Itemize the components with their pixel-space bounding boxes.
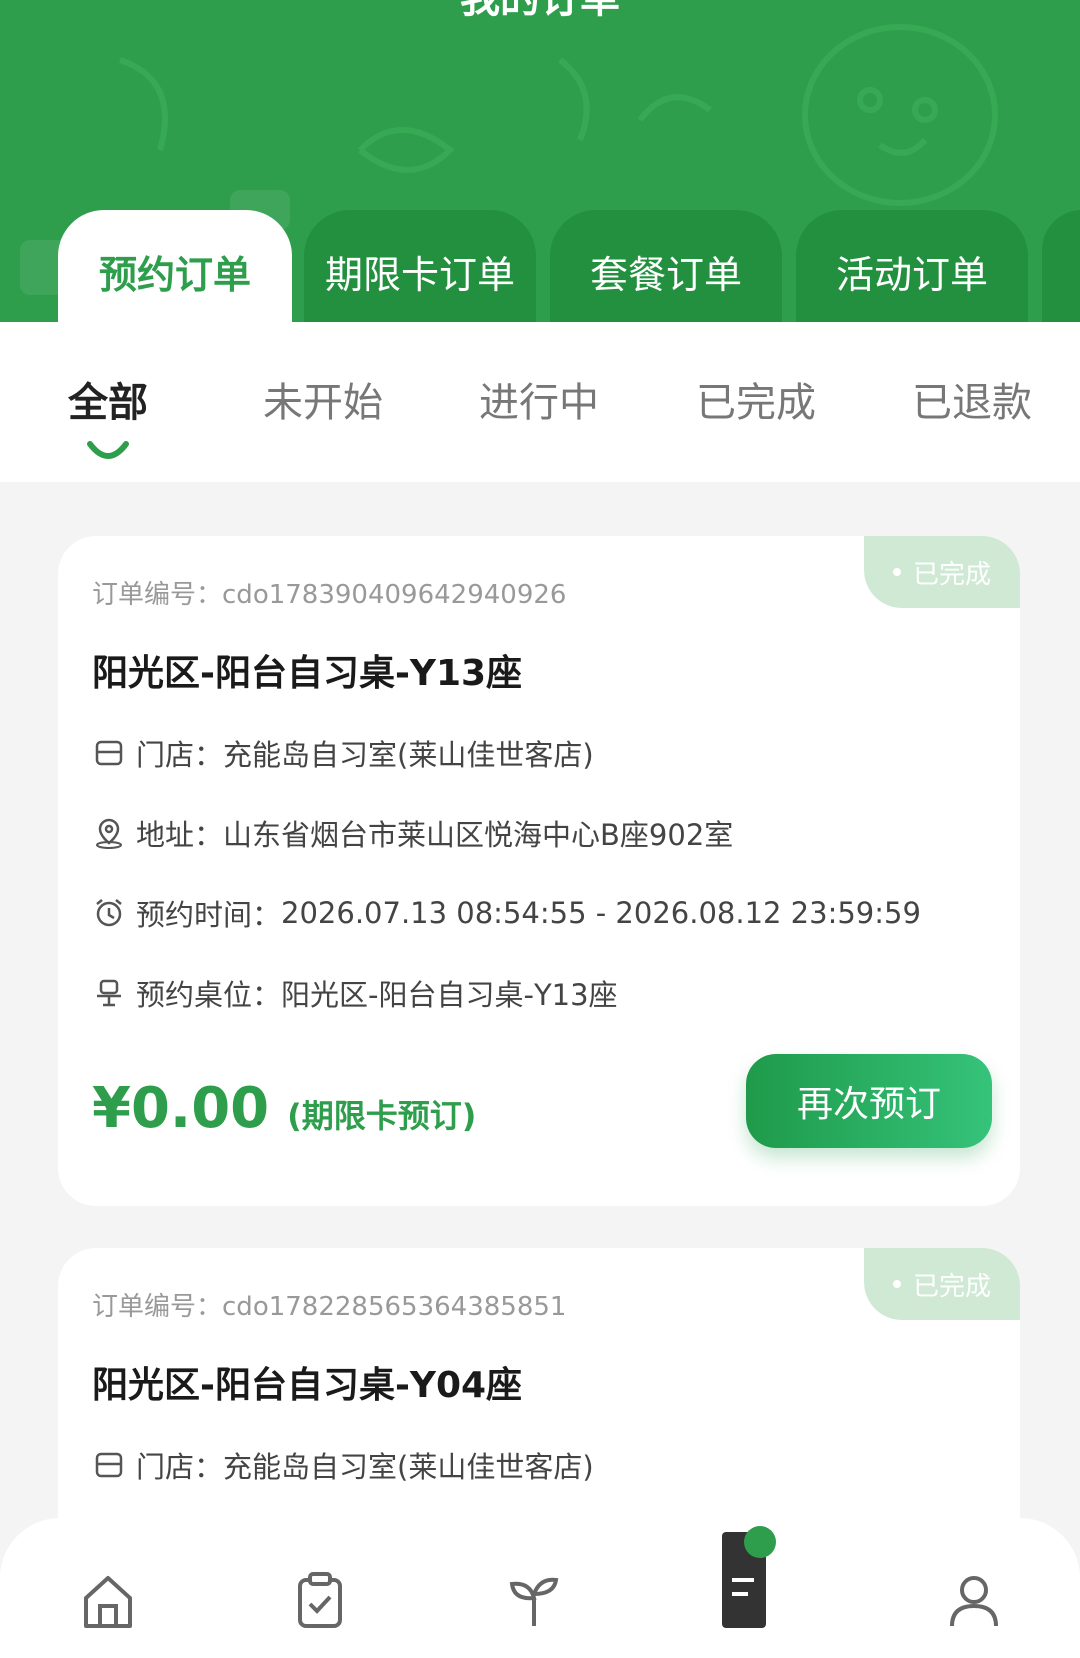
seat-row: 预约桌位： 阳光区-阳台自习桌-Y13座 bbox=[92, 972, 618, 1014]
status-badge: 已完成 bbox=[864, 536, 1020, 608]
alarm-clock-icon bbox=[96, 899, 122, 927]
address-row: 地址： 山东省烟台市莱山区悦海中心B座902室 bbox=[92, 812, 733, 854]
profile-icon[interactable] bbox=[946, 1572, 1002, 1628]
status-badge: 已完成 bbox=[864, 1248, 1020, 1320]
order-number-label: 订单编号： bbox=[92, 1292, 223, 1322]
sprout-icon[interactable] bbox=[506, 1572, 562, 1628]
tab-period-card-orders[interactable]: 期限卡订单 bbox=[304, 210, 536, 322]
status-tab-refunded[interactable]: 已退款 bbox=[912, 370, 1032, 428]
status-dot bbox=[892, 568, 901, 576]
time-value: 2026.07.13 08:54:55 - 2026.08.12 23:59:5… bbox=[281, 896, 921, 930]
seat-icon bbox=[97, 979, 121, 1007]
active-tab-indicator bbox=[87, 441, 129, 459]
status-dot bbox=[892, 1280, 901, 1288]
store-icon bbox=[95, 740, 123, 766]
tab-label: 预约订单 bbox=[98, 253, 251, 297]
store-value: 充能岛自习室(莱山佳世客店) bbox=[223, 738, 594, 772]
store-label: 门店： bbox=[136, 1450, 224, 1484]
bottom-navigation bbox=[0, 1518, 1080, 1658]
order-title: 阳光区-阳台自习桌-Y04座 bbox=[92, 1365, 523, 1406]
seat-label: 预约桌位： bbox=[136, 978, 282, 1012]
address-label: 地址： bbox=[136, 818, 224, 852]
address-value: 山东省烟台市莱山区悦海中心B座902室 bbox=[223, 818, 734, 852]
tab-label: 活动订单 bbox=[835, 253, 988, 297]
orders-icon[interactable] bbox=[718, 1518, 784, 1628]
order-title: 阳光区-阳台自习桌-Y13座 bbox=[92, 653, 523, 694]
tab-reservation-orders[interactable]: 预约订单 bbox=[58, 210, 292, 322]
order-number-value: cdo1782285653643858​51 bbox=[222, 1292, 567, 1322]
order-price: ¥0.00 bbox=[92, 1076, 270, 1141]
order-number: 订单编号：cdo1783904096429409​26 bbox=[92, 574, 566, 611]
store-icon bbox=[95, 1452, 123, 1478]
location-pin-icon bbox=[96, 818, 122, 849]
order-number: 订单编号：cdo1782285653643858​51 bbox=[92, 1286, 566, 1323]
price-row: ¥0.00 (期限卡预订) bbox=[92, 1076, 476, 1141]
time-label: 预约时间： bbox=[136, 898, 282, 932]
header-banner: 我的订单 预约订单 期限卡订单 套餐订单 活动订单 bbox=[0, 0, 1080, 322]
order-number-value: cdo1783904096429409​26 bbox=[222, 580, 567, 610]
price-note: (期限卡预订) bbox=[287, 1097, 477, 1135]
status-badge-label: 已完成 bbox=[912, 559, 991, 590]
store-row: 门店： 充能岛自习室(莱山佳世客店) bbox=[92, 732, 594, 774]
page-title: 我的订单 bbox=[0, 0, 1080, 24]
status-badge-label: 已完成 bbox=[912, 1271, 991, 1302]
order-number-label: 订单编号： bbox=[92, 580, 223, 610]
status-filter-bar: 全部 未开始 进行中 已完成 已退款 bbox=[0, 322, 1080, 482]
rebook-button[interactable]: 再次预订 bbox=[746, 1054, 992, 1148]
home-icon[interactable] bbox=[80, 1572, 136, 1628]
status-tab-all[interactable]: 全部 bbox=[68, 370, 148, 428]
status-tab-not-started[interactable]: 未开始 bbox=[263, 370, 383, 428]
time-row: 预约时间： 2026.07.13 08:54:55 - 2026.08.12 23… bbox=[92, 892, 921, 934]
status-tab-completed[interactable]: 已完成 bbox=[696, 370, 816, 428]
store-value: 充能岛自习室(莱山佳世客店) bbox=[223, 1450, 594, 1484]
tab-label: 套餐订单 bbox=[589, 253, 742, 297]
status-tab-in-progress[interactable]: 进行中 bbox=[479, 370, 599, 428]
store-label: 门店： bbox=[136, 738, 224, 772]
store-row: 门店： 充能岛自习室(莱山佳世客店) bbox=[92, 1444, 594, 1486]
order-card[interactable]: 已完成 订单编号：cdo1783904096429409​26 阳光区-阳台自习… bbox=[58, 536, 1020, 1206]
seat-value: 阳光区-阳台自习桌-Y13座 bbox=[281, 978, 618, 1012]
tab-label: 期限卡订单 bbox=[324, 253, 515, 297]
clipboard-check-icon[interactable] bbox=[292, 1572, 348, 1628]
tab-activity-orders[interactable]: 活动订单 bbox=[796, 210, 1028, 322]
tab-package-orders[interactable]: 套餐订单 bbox=[550, 210, 782, 322]
